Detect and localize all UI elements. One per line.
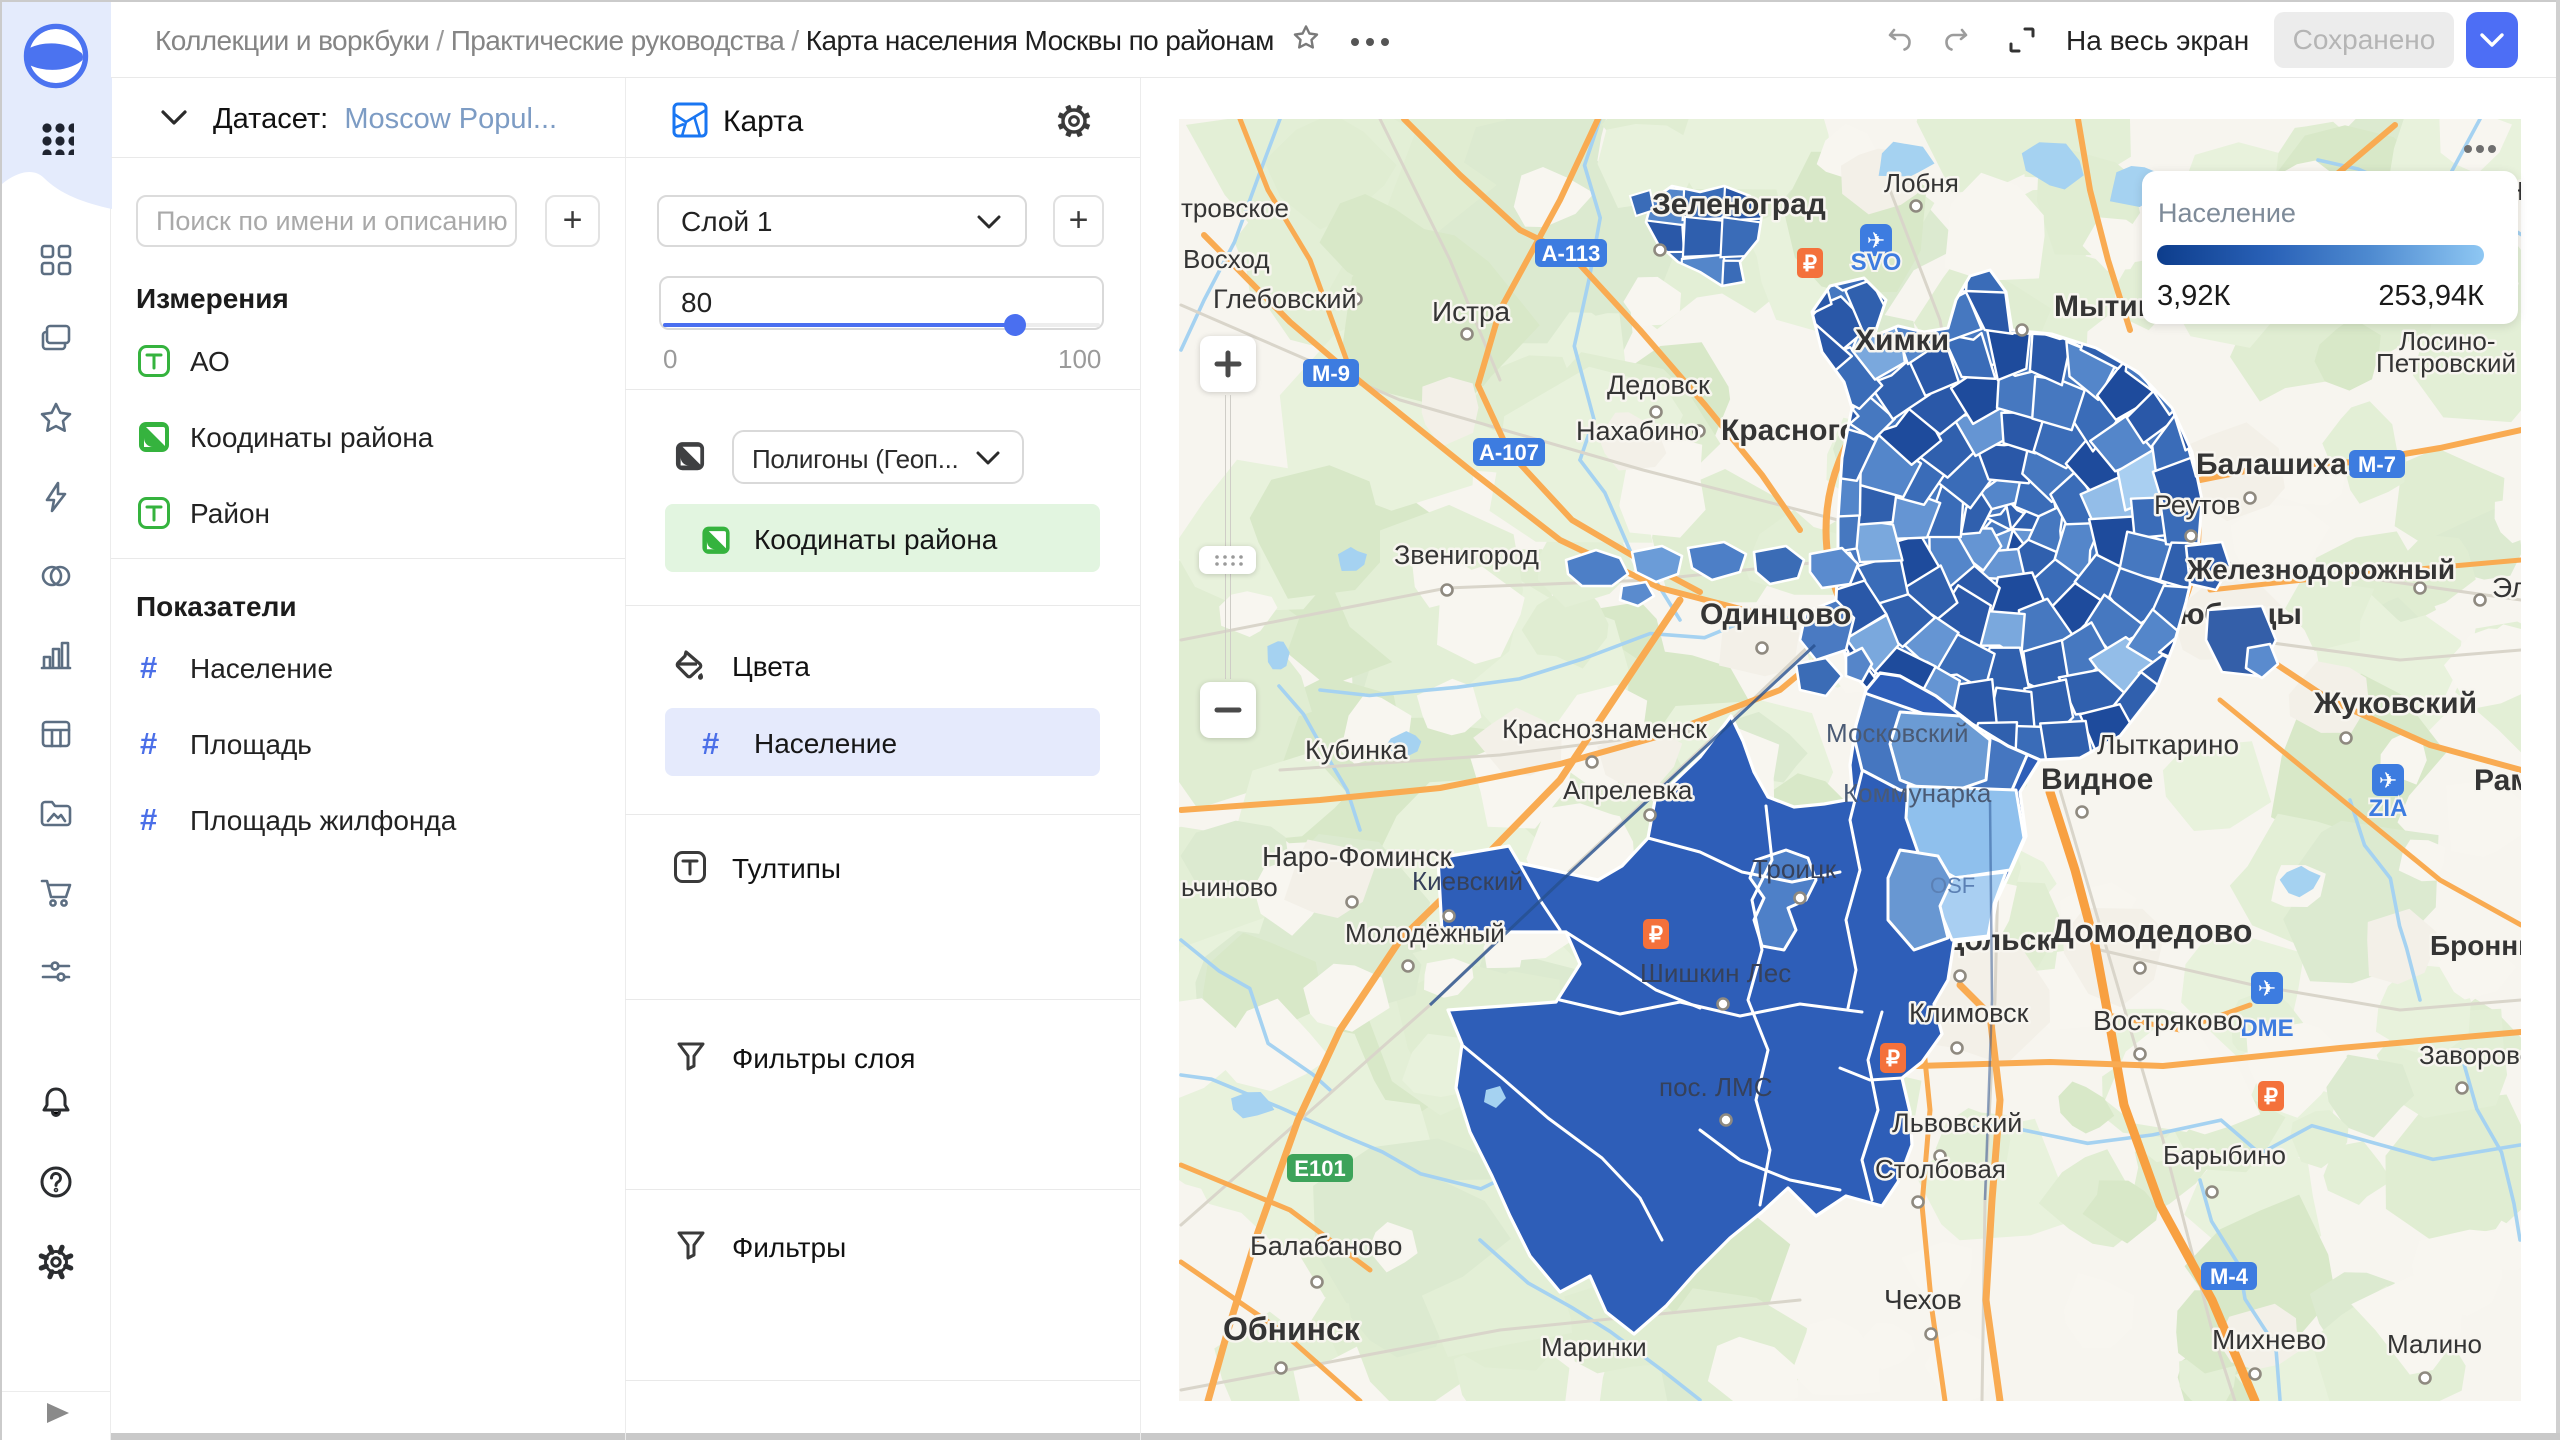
svg-text:Глебовский: Глебовский xyxy=(1213,284,1357,314)
svg-text:М-9: М-9 xyxy=(1312,361,1350,386)
svg-text:Востряково: Востряково xyxy=(2093,1005,2243,1036)
svg-text:₽: ₽ xyxy=(1803,251,1817,276)
svg-text:Рам: Рам xyxy=(2474,764,2521,797)
svg-text:Молодёжный: Молодёжный xyxy=(1345,918,1505,948)
svg-text:Зеленоград: Зеленоград xyxy=(1652,188,1826,221)
svg-text:М-4: М-4 xyxy=(2210,1264,2249,1289)
svg-text:Шишкин Лес: Шишкин Лес xyxy=(1640,958,1791,988)
svg-text:Элек: Элек xyxy=(2492,572,2521,603)
svg-text:Домодедово: Домодедово xyxy=(2051,913,2252,949)
svg-text:Троицк: Троицк xyxy=(1752,854,1837,884)
svg-text:Львовский: Львовский xyxy=(1892,1108,2022,1138)
svg-text:Столбовая: Столбовая xyxy=(1875,1154,2006,1184)
svg-text:Петровский: Петровский xyxy=(2376,348,2516,378)
svg-text:М-7: М-7 xyxy=(2358,452,2396,477)
svg-text:тровское: тровское xyxy=(1181,193,1289,223)
svg-text:А-107: А-107 xyxy=(1479,440,1539,465)
svg-text:Маринки: Маринки xyxy=(1541,1332,1647,1362)
svg-text:SVO: SVO xyxy=(1851,249,1902,276)
svg-text:Заворово: Заворово xyxy=(2419,1040,2521,1070)
svg-text:Краснознаменск: Краснознаменск xyxy=(1502,714,1707,744)
svg-text:Апрелевка: Апрелевка xyxy=(1563,775,1693,805)
svg-text:₽: ₽ xyxy=(1649,922,1663,947)
svg-text:Михнево: Михнево xyxy=(2212,1324,2326,1355)
svg-text:✈: ✈ xyxy=(2379,768,2397,793)
svg-text:Жуковский: Жуковский xyxy=(2313,687,2477,720)
svg-text:Восход: Восход xyxy=(1183,244,1270,274)
svg-text:Бронни: Бронни xyxy=(2430,930,2521,961)
svg-text:Дедовск: Дедовск xyxy=(1607,370,1710,400)
svg-text:Коммунарка: Коммунарка xyxy=(1843,778,1992,808)
svg-text:ZIA: ZIA xyxy=(2369,795,2408,822)
svg-text:Железнодорожный: Железнодорожный xyxy=(2186,554,2455,585)
svg-text:Киевский: Киевский xyxy=(1412,866,1523,896)
svg-text:✈: ✈ xyxy=(2258,976,2276,1001)
svg-text:DME: DME xyxy=(2240,1015,2293,1042)
svg-text:пос. ЛМС: пос. ЛМС xyxy=(1659,1072,1772,1102)
svg-text:ьчиново: ьчиново xyxy=(1181,872,1278,902)
svg-text:Малино: Малино xyxy=(2387,1329,2482,1359)
svg-text:Чехов: Чехов xyxy=(1884,1284,1962,1315)
svg-text:Видное: Видное xyxy=(2041,763,2153,796)
svg-text:Московский: Московский xyxy=(1826,718,1968,748)
svg-text:Кубинка: Кубинка xyxy=(1305,735,1408,765)
svg-text:Истра: Истра xyxy=(1432,296,1511,327)
svg-text:Балабаново: Балабаново xyxy=(1250,1231,1402,1261)
svg-text:Нахабино: Нахабино xyxy=(1576,416,1699,446)
svg-text:Климовск: Климовск xyxy=(1909,998,2029,1028)
svg-text:Е101: Е101 xyxy=(1294,1156,1345,1181)
svg-text:А-113: А-113 xyxy=(1542,241,1601,266)
svg-text:Обнинск: Обнинск xyxy=(1223,1311,1361,1347)
svg-text:Лобня: Лобня xyxy=(1884,168,1959,198)
svg-text:₽: ₽ xyxy=(2264,1084,2278,1109)
svg-text:Барыбино: Барыбино xyxy=(2163,1140,2286,1170)
svg-text:Реутов: Реутов xyxy=(2154,490,2240,520)
svg-text:Химки: Химки xyxy=(1855,324,1949,357)
svg-text:Балашиха: Балашиха xyxy=(2196,448,2347,481)
svg-text:Звенигород: Звенигород xyxy=(1394,540,1539,570)
svg-text:OSF: OSF xyxy=(1930,873,1975,898)
svg-text:Одинцово: Одинцово xyxy=(1700,598,1851,631)
svg-text:Лыткарино: Лыткарино xyxy=(2097,729,2239,760)
svg-text:₽: ₽ xyxy=(1886,1046,1900,1071)
